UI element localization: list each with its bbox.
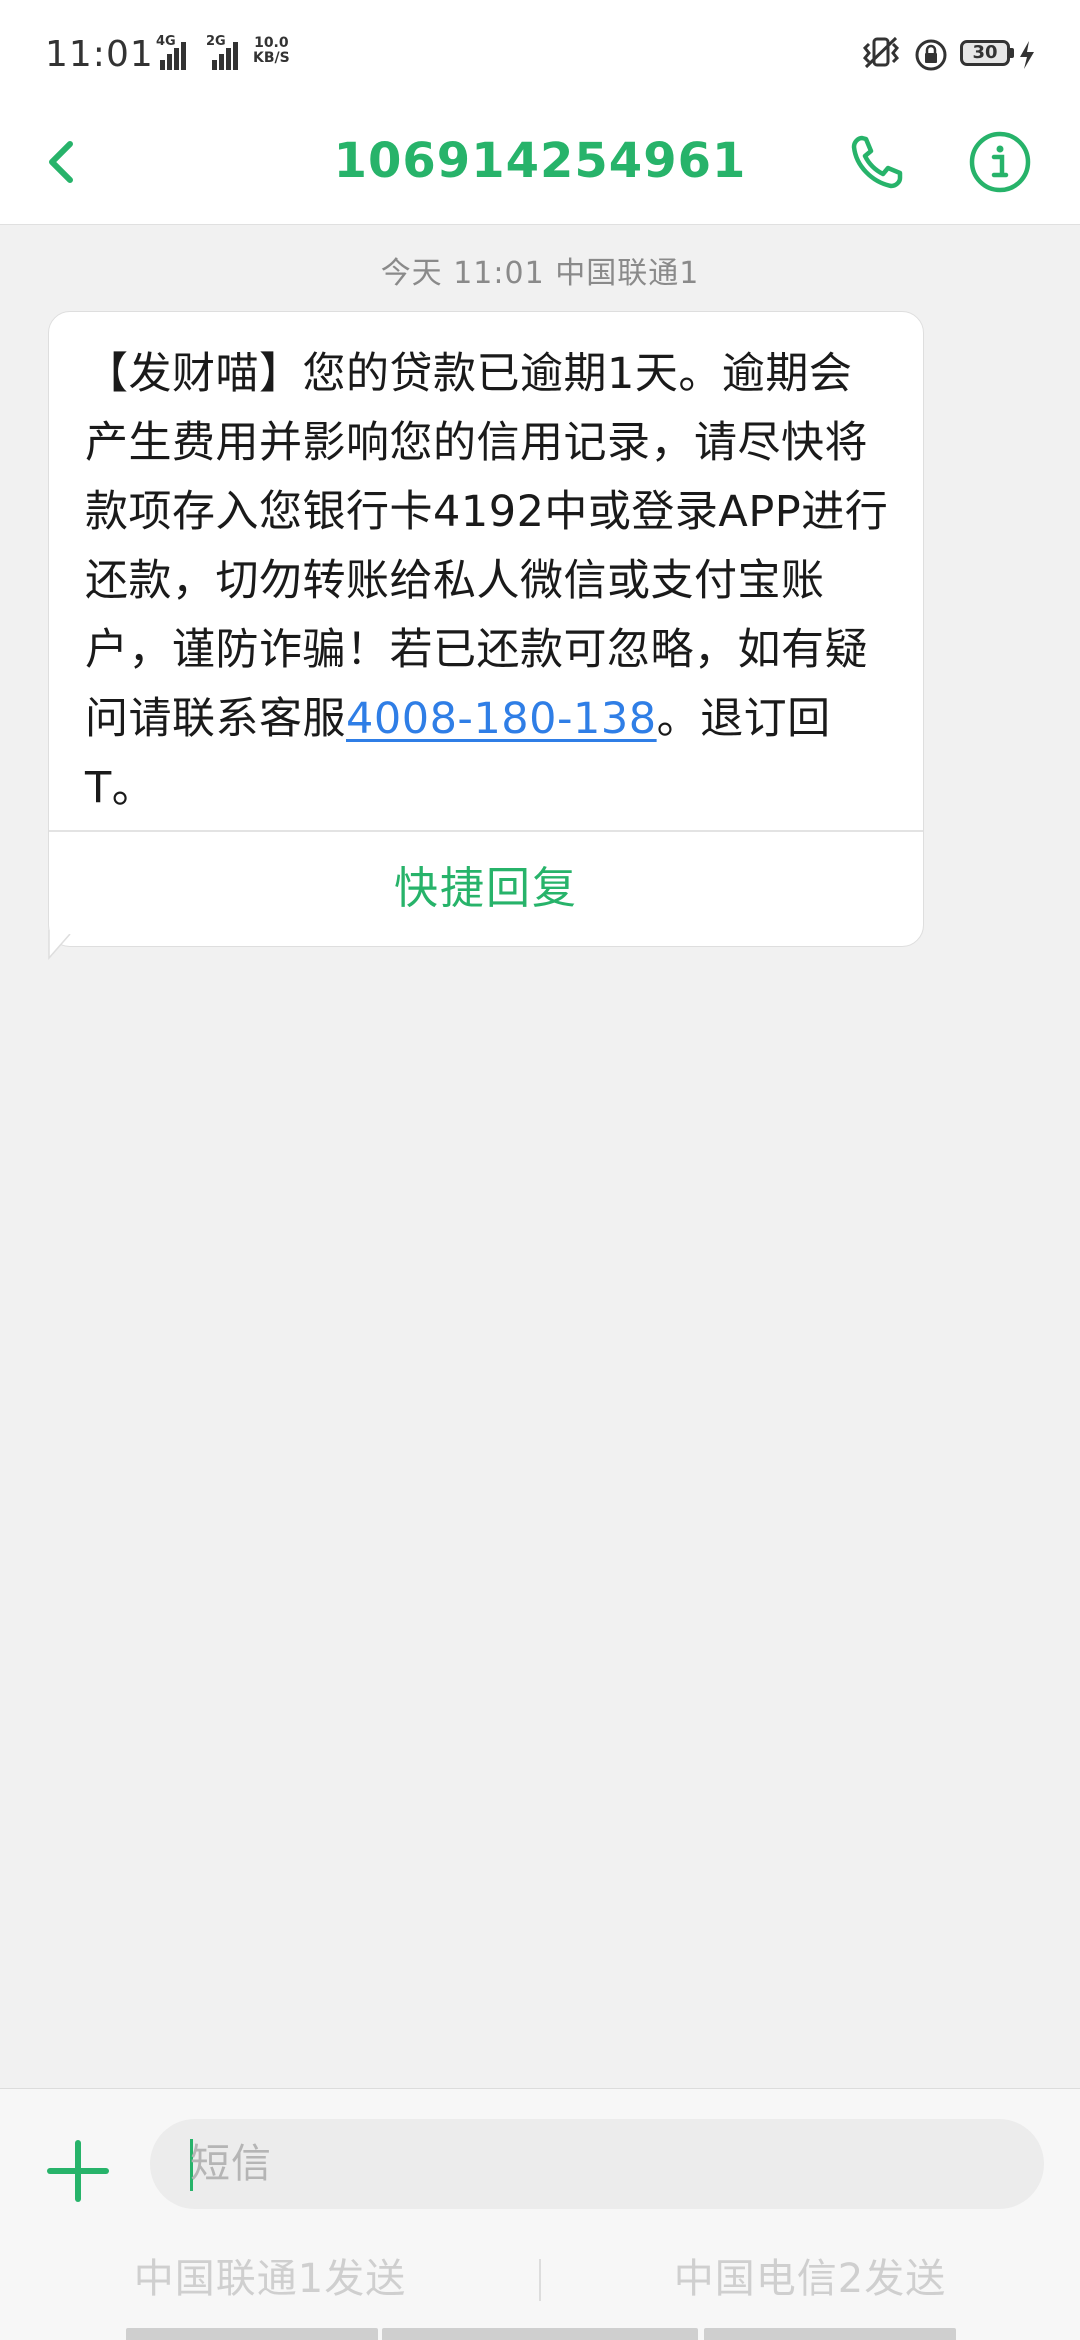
rotation-lock-icon [914,38,948,76]
send-via-sim2-button[interactable]: 中国电信2发送 [540,2239,1080,2319]
call-button[interactable] [838,122,918,202]
battery-level: 30 [960,40,1010,66]
conversation-info-button[interactable] [960,122,1040,202]
network-speed-unit: KB/S [253,50,290,66]
sms-input[interactable]: 短信 [150,2119,1044,2209]
network-speed-value: 10.0 [254,35,289,51]
add-attachment-button[interactable] [40,2133,116,2209]
send-via-sim1-button[interactable]: 中国联通1发送 [0,2239,540,2319]
vibrate-icon [860,36,902,74]
status-bar: 11:01 4G 2G 10.0 KB/S 30 [0,0,1080,100]
message-composer: 短信 中国联通1发送 中国电信2发送 [0,2088,1080,2340]
keyboard-edge-strip [126,2328,956,2340]
conversation-header: 106914254961 [0,100,1080,225]
phone-icon [851,135,903,189]
status-time: 11:01 [45,34,154,75]
contact-number-title: 106914254961 [333,133,747,189]
sim2-signal-bars-icon [208,42,238,70]
network-speed: 10.0 KB/S [253,36,290,66]
quick-reply-button[interactable]: 快捷回复 [49,832,923,946]
incoming-message-bubble[interactable]: 【发财喵】您的贷款已逾期1天。逾期会产生费用并影响您的信用记录，请尽快将款项存入… [48,311,924,947]
sim1-signal-bars-icon [156,42,186,70]
battery-cap [1010,48,1014,58]
message-timestamp: 今天 11:01 中国联通1 [380,256,700,291]
plus-icon [47,2140,109,2202]
bubble-tail [48,930,71,960]
send-options: 中国联通1发送 中国电信2发送 [0,2239,1080,2319]
message-text: 【发财喵】您的贷款已逾期1天。逾期会产生费用并影响您的信用记录，请尽快将款项存入… [85,340,895,823]
info-icon [969,131,1031,193]
customer-service-phone-link[interactable]: 4008-180-138 [346,694,657,744]
sms-input-placeholder: 短信 [190,2141,272,2187]
sms-conversation-screen: 11:01 4G 2G 10.0 KB/S 30 106914254961 今天… [0,0,1080,2340]
message-text-main: 【发财喵】您的贷款已逾期1天。逾期会产生费用并影响您的信用记录，请尽快将款项存入… [85,349,889,744]
charging-icon [1018,40,1036,74]
